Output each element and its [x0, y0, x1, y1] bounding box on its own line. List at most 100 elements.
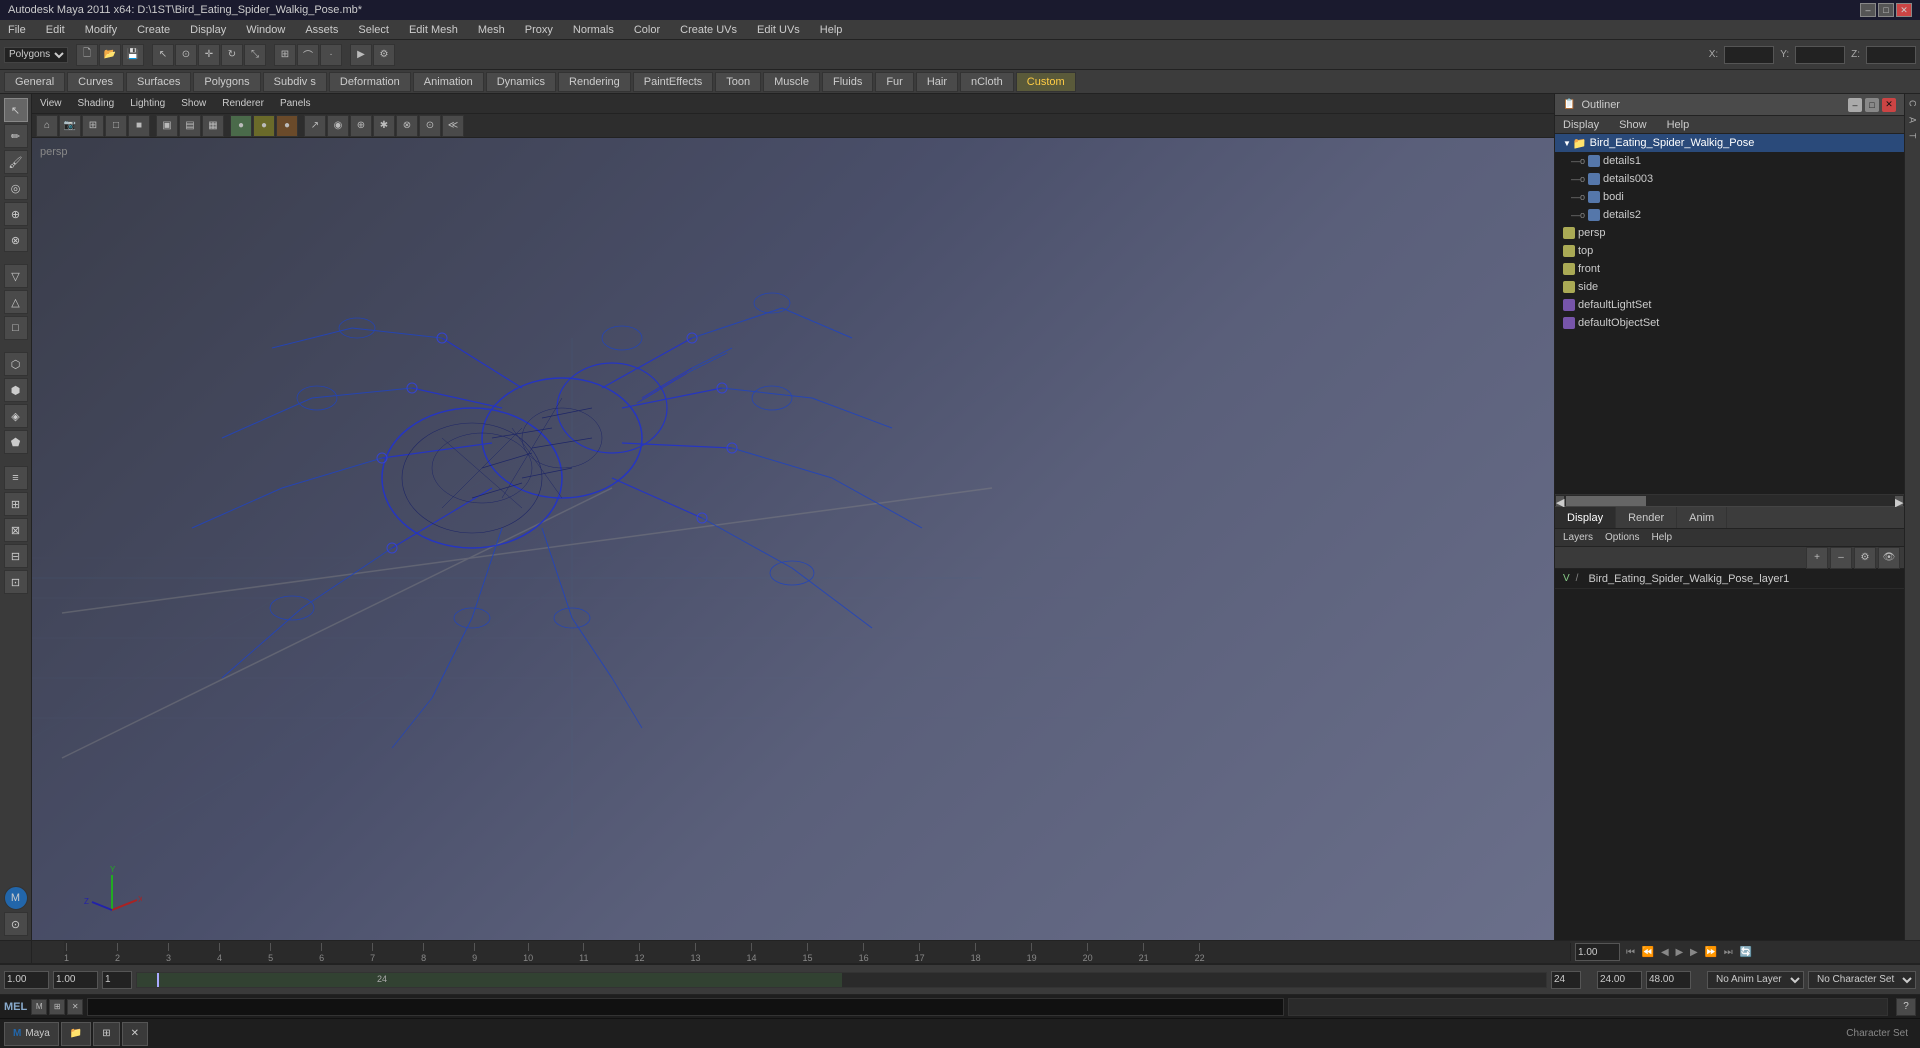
menu-normals[interactable]: Normals: [569, 22, 618, 38]
vp-grid-button[interactable]: ⊞: [82, 115, 104, 137]
bottom-tool-button[interactable]: ⊙: [4, 912, 28, 936]
vp-light3-button[interactable]: ●: [276, 115, 298, 137]
tab-fur[interactable]: Fur: [875, 72, 914, 92]
mel-btn3[interactable]: ✕: [67, 999, 83, 1015]
taskbar-maya-btn[interactable]: M Maya: [4, 1022, 59, 1046]
tool-settings-label-btn[interactable]: T: [1907, 129, 1919, 143]
tool10-button[interactable]: ⬢: [4, 378, 28, 402]
minimize-button[interactable]: –: [1860, 3, 1876, 17]
vp-light2-button[interactable]: ●: [253, 115, 275, 137]
mel-btn2[interactable]: ⊞: [49, 999, 65, 1015]
tab-hair[interactable]: Hair: [916, 72, 958, 92]
x-input[interactable]: [1724, 46, 1774, 64]
menu-edit-mesh[interactable]: Edit Mesh: [405, 22, 462, 38]
polygon-mode-select[interactable]: Polygons: [4, 47, 68, 63]
outliner-close[interactable]: ✕: [1882, 98, 1896, 112]
tool3-button[interactable]: ◎: [4, 176, 28, 200]
snap-grid-button[interactable]: ⊞: [274, 44, 296, 66]
outliner-item-top[interactable]: top: [1555, 242, 1904, 260]
menu-file[interactable]: File: [4, 22, 30, 38]
tab-dynamics[interactable]: Dynamics: [486, 72, 556, 92]
vp-menu-show[interactable]: Show: [181, 98, 206, 109]
maximize-button[interactable]: □: [1878, 3, 1894, 17]
taskbar-file-btn[interactable]: 📁: [61, 1022, 91, 1046]
le-delete-layer-button[interactable]: –: [1830, 547, 1852, 569]
mel-help-btn[interactable]: ?: [1896, 998, 1916, 1016]
tab-rendering[interactable]: Rendering: [558, 72, 631, 92]
hscroll-left-btn[interactable]: ◀: [1556, 496, 1564, 506]
rotate-tool-button[interactable]: ↻: [221, 44, 243, 66]
render-button[interactable]: ▶: [350, 44, 372, 66]
tool16-button[interactable]: ⊟: [4, 544, 28, 568]
le-sub-layers[interactable]: Layers: [1563, 532, 1593, 543]
snap-point-button[interactable]: ·: [320, 44, 342, 66]
vp-menu-shading[interactable]: Shading: [78, 98, 115, 109]
outliner-item-details2[interactable]: —o details2: [1555, 206, 1904, 224]
select-tool-button[interactable]: ↖: [152, 44, 174, 66]
character-set-select[interactable]: No Character Set: [1808, 971, 1916, 989]
tool8-button[interactable]: □: [4, 316, 28, 340]
tab-deformation[interactable]: Deformation: [329, 72, 411, 92]
menu-edit-uvs[interactable]: Edit UVs: [753, 22, 804, 38]
outliner-item-lightset[interactable]: defaultLightSet: [1555, 296, 1904, 314]
menu-help[interactable]: Help: [816, 22, 847, 38]
save-button[interactable]: 💾: [122, 44, 144, 66]
tool15-button[interactable]: ⊠: [4, 518, 28, 542]
lasso-tool-button[interactable]: ⊙: [175, 44, 197, 66]
vp-tool1-button[interactable]: ↗: [304, 115, 326, 137]
outliner-item-front[interactable]: front: [1555, 260, 1904, 278]
tab-ncloth[interactable]: nCloth: [960, 72, 1014, 92]
layer-visibility[interactable]: V: [1563, 573, 1570, 584]
menu-select[interactable]: Select: [354, 22, 393, 38]
tab-curves[interactable]: Curves: [67, 72, 124, 92]
start-frame-input[interactable]: [4, 971, 49, 989]
tab-surfaces[interactable]: Surfaces: [126, 72, 191, 92]
sculpt-button[interactable]: 🖌: [4, 150, 28, 174]
tool5-button[interactable]: ⊗: [4, 228, 28, 252]
taskbar-extra-btn[interactable]: ✕: [122, 1022, 148, 1046]
le-sub-options[interactable]: Options: [1605, 532, 1639, 543]
tool12-button[interactable]: ⬟: [4, 430, 28, 454]
taskbar-terminal-btn[interactable]: ⊞: [93, 1022, 119, 1046]
vp-light1-button[interactable]: ●: [230, 115, 252, 137]
next-key-btn[interactable]: ▶: [1690, 947, 1698, 958]
tab-subdivs[interactable]: Subdiv s: [263, 72, 327, 92]
tab-toon[interactable]: Toon: [715, 72, 761, 92]
menu-display[interactable]: Display: [186, 22, 230, 38]
vp-shade3-button[interactable]: ▦: [202, 115, 224, 137]
vp-solid-button[interactable]: ■: [128, 115, 150, 137]
outliner-menu-help[interactable]: Help: [1663, 117, 1694, 133]
new-scene-button[interactable]: 🗋: [76, 44, 98, 66]
range-bar[interactable]: 24: [136, 972, 1547, 988]
tool9-button[interactable]: ⬡: [4, 352, 28, 376]
y-input[interactable]: [1795, 46, 1845, 64]
anim-end-input[interactable]: [1597, 971, 1642, 989]
maya-logo-button[interactable]: M: [4, 886, 28, 910]
vp-wire-button[interactable]: □: [105, 115, 127, 137]
vp-shade1-button[interactable]: ▣: [156, 115, 178, 137]
tab-general[interactable]: General: [4, 72, 65, 92]
vp-home-button[interactable]: ⌂: [36, 115, 58, 137]
vp-menu-view[interactable]: View: [40, 98, 62, 109]
outliner-minimize[interactable]: –: [1848, 98, 1862, 112]
hscroll-thumb[interactable]: [1566, 496, 1646, 506]
prev-key-btn[interactable]: ◀: [1661, 947, 1669, 958]
hscroll-right-btn[interactable]: ▶: [1895, 496, 1903, 506]
next-frame-btn[interactable]: ⏩: [1704, 947, 1716, 958]
outliner-item-details1[interactable]: —o details1: [1555, 152, 1904, 170]
outliner-menu-display[interactable]: Display: [1559, 117, 1603, 133]
tool13-button[interactable]: ≡: [4, 466, 28, 490]
vp-menu-panels[interactable]: Panels: [280, 98, 311, 109]
menu-color[interactable]: Color: [630, 22, 664, 38]
tab-fluids[interactable]: Fluids: [822, 72, 873, 92]
attr-editor-label-btn[interactable]: A: [1907, 113, 1919, 127]
outliner-item-details003[interactable]: —o details003: [1555, 170, 1904, 188]
le-sub-help[interactable]: Help: [1651, 532, 1672, 543]
menu-edit[interactable]: Edit: [42, 22, 69, 38]
render-settings-button[interactable]: ⚙: [373, 44, 395, 66]
anim-end2-input[interactable]: [1646, 971, 1691, 989]
timeline-area[interactable]: 1 2 3 4 5 6 7 8 9 10 11 12 13 14 15 16 1…: [0, 940, 1920, 964]
close-button[interactable]: ✕: [1896, 3, 1912, 17]
tool14-button[interactable]: ⊞: [4, 492, 28, 516]
timeline-current-frame[interactable]: [1575, 943, 1620, 961]
